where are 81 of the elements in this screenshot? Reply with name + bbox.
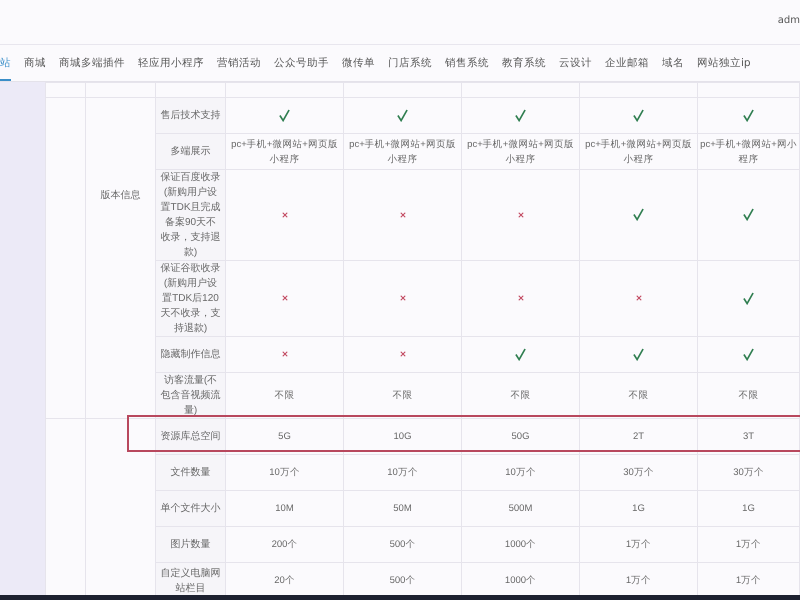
table-cell-text: 30万个: [733, 466, 764, 480]
cross-icon: [518, 212, 524, 218]
username-label[interactable]: adm: [778, 15, 800, 26]
feature-cell: 自定义电脑网站栏目: [156, 562, 226, 595]
table-cell-text: pc+手机+微网站+网小程序: [699, 138, 798, 166]
feature-cell: 售后技术支持: [156, 98, 226, 134]
table-cell-text: 10G: [394, 430, 412, 444]
table-cell-text: 10万个: [505, 466, 536, 480]
table-cell-text: 50M: [393, 502, 412, 516]
nav-tab[interactable]: 教育系统: [502, 46, 546, 80]
table-cell-text: pc+手机+微网站+网页版小程序: [466, 138, 575, 166]
table-cell-text: 1万个: [736, 538, 762, 552]
table-cell-text: 不限: [628, 389, 648, 403]
check-icon: [633, 348, 644, 361]
table-cell-text: 1000个: [504, 574, 536, 588]
nav-tab[interactable]: 云设计: [559, 46, 592, 80]
feature-cell: 访客流量(不包含音视频流量): [156, 372, 226, 418]
cross-icon: [636, 295, 642, 302]
nav-tab[interactable]: 销售系统: [445, 46, 489, 80]
feature-cell: 保证谷歌收录(新购用户设置TDK后120天不收录，支持退款): [156, 260, 226, 336]
table-cell-text: pc+手机+微网站+网页版小程序: [230, 138, 339, 166]
feature-cell: 图片数量: [156, 526, 226, 562]
cross-icon: [400, 351, 406, 358]
table-cell-text: 200个: [272, 538, 298, 552]
table-cell-text: 5G: [278, 430, 291, 444]
table-cell-text: 1G: [742, 502, 755, 516]
feature-cell: 文件数量: [156, 454, 226, 490]
cross-icon: [400, 295, 406, 302]
check-icon: [279, 108, 290, 122]
feature-cell: 保证百度收录(新购用户设置TDK且完成备案90天不收录，支持退款): [156, 170, 226, 260]
check-icon: [633, 108, 644, 122]
table-cell-text: 2T: [632, 430, 644, 444]
table-cell-text: 10M: [275, 502, 294, 516]
nav-tab[interactable]: 企业邮箱: [605, 46, 649, 80]
nav-tab[interactable]: 门店系统: [388, 46, 432, 80]
table-cell-text: pc+手机+微网站+网页版小程序: [348, 138, 457, 166]
table-cell-text: 50G: [512, 430, 530, 444]
feature-cell: 隐藏制作信息: [156, 336, 226, 372]
nav-tab[interactable]: 域名: [662, 46, 684, 80]
table-cell-text: 不限: [274, 389, 294, 403]
group-label: 版本信息: [100, 188, 140, 203]
table-cell-text: 1G: [632, 502, 645, 516]
table-cell-text: pc+手机+微网站+网页版小程序: [584, 138, 693, 166]
table-cell-text: 10万个: [387, 466, 418, 480]
cross-icon: [282, 295, 288, 302]
cross-icon: [518, 295, 524, 302]
nav-tab[interactable]: 商城: [24, 46, 46, 80]
table-cell-text: 500个: [390, 538, 416, 552]
cross-icon: [282, 351, 288, 358]
cross-icon: [400, 212, 406, 218]
nav-tab[interactable]: 公众号助手: [274, 46, 329, 80]
table-cell-text: 1万个: [626, 538, 652, 552]
table-cell-text: 1万个: [626, 574, 652, 588]
nav-tab[interactable]: 商城多端插件: [59, 46, 125, 80]
table-cell-text: 3T: [742, 430, 754, 444]
check-icon: [397, 108, 408, 122]
check-icon: [743, 348, 754, 361]
feature-cell: 多端展示: [156, 134, 226, 170]
feature-cell: 单个文件大小: [156, 490, 226, 526]
check-icon: [743, 292, 754, 305]
table-cell-text: 500个: [390, 574, 416, 588]
check-icon: [743, 108, 754, 122]
nav-tab[interactable]: 微传单: [342, 46, 375, 80]
table-cell-text: 30万个: [623, 466, 654, 480]
cross-icon: [282, 212, 288, 218]
table-cell-text: 20个: [274, 574, 295, 588]
table-cell-text: 不限: [738, 389, 758, 403]
table-cell-text: 1000个: [504, 538, 536, 552]
feature-cell: 资源库总空间: [156, 418, 226, 454]
check-icon: [633, 208, 644, 222]
table-cell-text: 10万个: [269, 466, 300, 480]
nav-tab[interactable]: 轻应用小程序: [138, 46, 204, 80]
check-icon: [743, 208, 754, 222]
table-cell-text: 1万个: [736, 574, 762, 588]
nav-tab[interactable]: 营销活动: [217, 46, 261, 80]
check-icon: [515, 348, 526, 361]
table-cell-text: 500M: [508, 502, 532, 516]
nav-tab[interactable]: 网站独立ip: [697, 46, 751, 80]
check-icon: [515, 108, 526, 122]
table-cell-text: 不限: [510, 389, 530, 403]
table-cell-text: 不限: [392, 389, 412, 403]
